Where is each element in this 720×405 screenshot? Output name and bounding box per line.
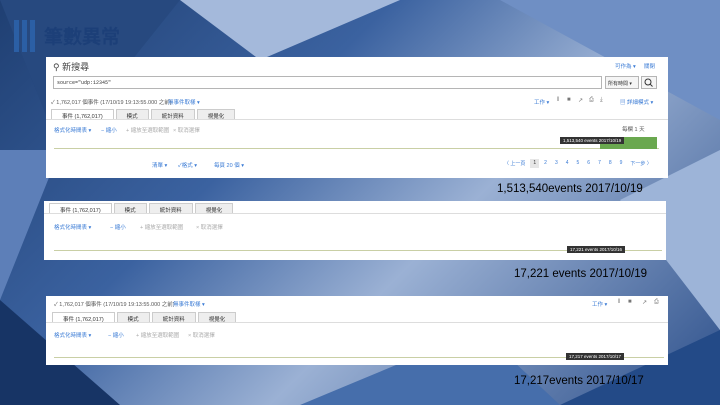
prev-page-button[interactable]: 〈 上一頁 [501, 159, 528, 168]
tab-statistics[interactable]: 統計資料 [150, 109, 195, 120]
tab-events[interactable]: 事件 (1,762,017) [52, 312, 115, 323]
event-summary: ✓ 1,762,017 個事件 (17/10/19 19:13:55.000 之… [54, 302, 175, 308]
format-menu[interactable]: ✓格式 ▾ [178, 161, 197, 169]
search-panel-1: 可作為 ▾ 關閉 ⚲ 新搜尋 source="udp:12345" 所有時間 ▾… [46, 57, 668, 178]
page-5[interactable]: 5 [574, 159, 583, 168]
deselect-button[interactable]: × 取消選擇 [173, 126, 200, 134]
page-4[interactable]: 4 [563, 159, 572, 168]
time-range-picker[interactable]: 所有時間 ▾ [605, 76, 639, 89]
tab-divider [46, 119, 668, 120]
sampling-menu[interactable]: 無事件取樣 ▾ [168, 98, 200, 106]
search-heading: ⚲ 新搜尋 [53, 62, 90, 72]
zoom-out-button[interactable]: − 縮小 [101, 126, 117, 134]
tab-patterns[interactable]: 模式 [116, 312, 150, 323]
search-icon: ⚲ [53, 62, 60, 72]
format-timeline-menu[interactable]: 格式化時間表 ▾ [54, 331, 91, 339]
search-panel-2: 事件 (1,762,017) 模式 統計資料 視覺化 格式化時間表 ▾ − 縮小… [44, 201, 666, 260]
timeline-tooltip: 17,221 events 2017/10/16 [567, 246, 626, 253]
magnifier-icon [644, 78, 653, 87]
close-link[interactable]: 關閉 [644, 62, 655, 70]
page-8[interactable]: 8 [606, 159, 615, 168]
mode-menu[interactable]: ▤ 詳細模式 ▾ [620, 98, 653, 106]
timeline-baseline [54, 148, 659, 149]
next-page-button[interactable]: 下一步 〉 [627, 159, 654, 168]
zoom-to-selection-button[interactable]: + 縮放至選取範圍 [136, 331, 179, 339]
slide-title: 筆數異常 [44, 26, 121, 48]
format-timeline-menu[interactable]: 格式化時間表 ▾ [54, 223, 91, 231]
page-1[interactable]: 1 [530, 159, 540, 168]
deselect-button[interactable]: × 取消選擇 [196, 223, 223, 231]
page-9[interactable]: 9 [617, 159, 626, 168]
stop-icon[interactable]: ■ [628, 299, 632, 305]
page-2[interactable]: 2 [541, 159, 550, 168]
pause-icon[interactable]: ‖ [557, 97, 559, 103]
per-page-menu[interactable]: 每頁 20 個 ▾ [214, 161, 244, 169]
pause-icon[interactable]: ‖ [618, 299, 620, 305]
tab-visualization[interactable]: 視覺化 [197, 312, 237, 323]
list-view-menu[interactable]: 清單 ▾ [152, 161, 167, 169]
search-input[interactable]: source="udp:12345" [53, 76, 602, 89]
format-timeline-menu[interactable]: 格式化時間表 ▾ [54, 126, 91, 134]
tab-patterns[interactable]: 模式 [115, 109, 149, 120]
tab-visualization[interactable]: 視覺化 [194, 203, 234, 214]
sampling-menu[interactable]: 無事件取樣 ▾ [173, 300, 205, 308]
caption-2: 17,221 events 2017/10/19 [514, 268, 648, 280]
job-menu[interactable]: 工作 ▾ [534, 98, 549, 106]
result-tabs: 事件 (1,762,017) 模式 統計資料 視覺化 [52, 312, 238, 323]
pagination: 〈 上一頁 1 2 3 4 5 6 7 8 9 下一步 〉 [501, 159, 655, 168]
slide: 筆數異常 可作為 ▾ 關閉 ⚲ 新搜尋 source="udp:12345" 所… [0, 0, 720, 405]
zoom-to-selection-button[interactable]: + 縮放至選取範圍 [140, 223, 183, 231]
share-icon[interactable]: ↗ [642, 299, 647, 306]
caption-3: 17,217events 2017/10/17 [514, 375, 644, 387]
page-3[interactable]: 3 [552, 159, 561, 168]
title-bars-icon [14, 20, 40, 52]
timeline-scale-label: 每欄 1 天 [622, 127, 645, 133]
zoom-out-button[interactable]: − 縮小 [108, 331, 124, 339]
tab-patterns[interactable]: 模式 [113, 203, 147, 214]
share-icon[interactable]: ↗ [578, 97, 583, 104]
tab-statistics[interactable]: 統計資料 [151, 312, 196, 323]
page-6[interactable]: 6 [584, 159, 593, 168]
timeline-tooltip: 1,513,540 events 2017/10/19 [560, 137, 625, 144]
search-panel-3: ✓ 1,762,017 個事件 (17/10/19 19:13:55.000 之… [46, 296, 668, 365]
event-summary: ✓ 1,762,017 個事件 (17/10/19 19:13:55.000 之… [51, 100, 172, 106]
tab-events[interactable]: 事件 (1,762,017) [51, 109, 114, 120]
tab-divider [44, 213, 666, 214]
print-icon[interactable]: ⎙ [589, 97, 594, 104]
result-tabs: 事件 (1,762,017) 模式 統計資料 視覺化 [51, 109, 237, 120]
tab-visualization[interactable]: 視覺化 [196, 109, 236, 120]
result-tabs: 事件 (1,762,017) 模式 統計資料 視覺化 [49, 203, 235, 214]
export-icon[interactable]: ⤓ [600, 97, 603, 104]
zoom-out-button[interactable]: − 縮小 [110, 223, 126, 231]
page-7[interactable]: 7 [595, 159, 604, 168]
caption-1: 1,513,540events 2017/10/19 [497, 183, 643, 195]
tab-divider [46, 322, 668, 323]
stop-icon[interactable]: ■ [567, 97, 571, 103]
tab-statistics[interactable]: 統計資料 [148, 203, 193, 214]
zoom-to-selection-button[interactable]: + 縮放至選取範圍 [126, 126, 169, 134]
print-icon[interactable]: ⎙ [654, 299, 659, 306]
timeline-tooltip: 17,217 events 2017/10/17 [566, 353, 625, 360]
job-menu[interactable]: 工作 ▾ [592, 300, 607, 308]
deselect-button[interactable]: × 取消選擇 [188, 331, 215, 339]
save-as-menu[interactable]: 可作為 ▾ [615, 62, 636, 70]
tab-events[interactable]: 事件 (1,762,017) [49, 203, 112, 214]
search-button[interactable] [641, 76, 657, 89]
